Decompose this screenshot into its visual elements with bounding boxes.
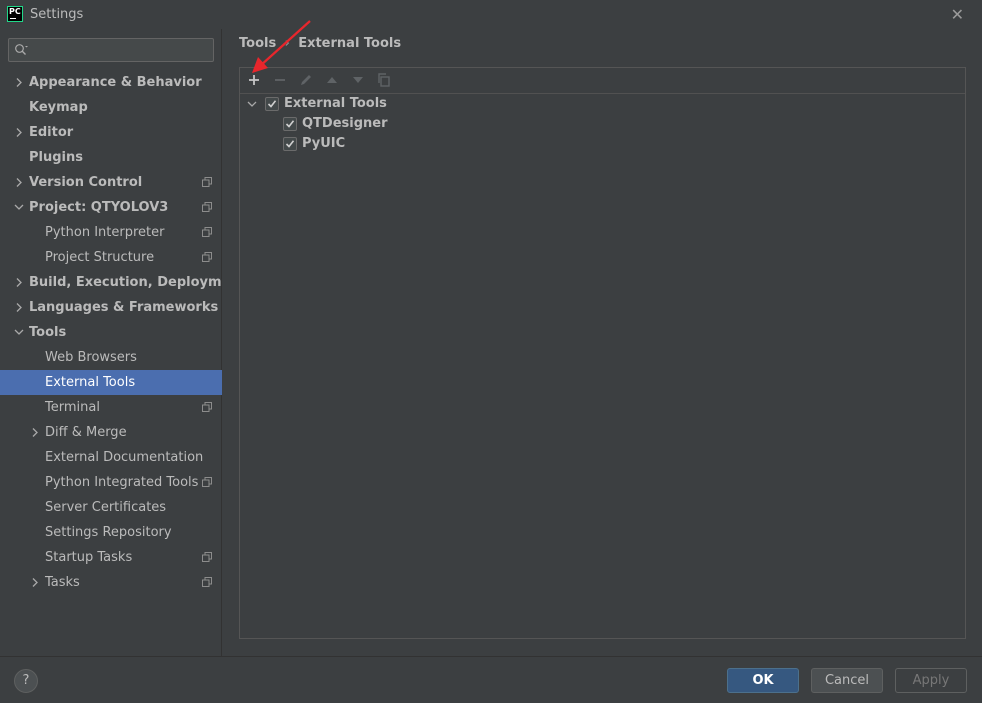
checkmark-icon — [285, 140, 295, 148]
content-area: Tools › External Tools External Tools QT… — [222, 29, 982, 656]
sidebar-item-label: External Documentation — [45, 450, 204, 465]
sidebar-item-label: Web Browsers — [45, 350, 137, 365]
chevron-right-icon[interactable] — [13, 120, 25, 145]
sidebar-item[interactable]: Settings Repository — [0, 520, 222, 545]
tool-item-label: QTDesigner — [302, 116, 388, 131]
tool-item-checkbox[interactable] — [283, 137, 297, 151]
project-scope-icon — [202, 477, 212, 487]
tool-item-label: PyUIC — [302, 136, 346, 151]
sidebar-item[interactable]: Version Control — [0, 170, 222, 195]
chevron-right-icon[interactable] — [13, 70, 25, 95]
sidebar-item-label: Tasks — [45, 575, 80, 590]
project-scope-icon — [202, 177, 212, 187]
sidebar-item[interactable]: Project Structure — [0, 245, 222, 270]
tools-toolbar — [240, 68, 965, 94]
sidebar-item-label: Build, Execution, Deployment — [29, 275, 246, 290]
external-tools-panel: External Tools QTDesigner PyUIC — [239, 67, 966, 639]
settings-tree: Appearance & Behavior Keymap Editor Plugins… — [0, 70, 246, 595]
project-scope-icon — [202, 202, 212, 212]
sidebar-item[interactable]: Editor — [0, 120, 222, 145]
sidebar-item[interactable]: External Tools — [0, 370, 222, 395]
chevron-down-icon[interactable] — [13, 320, 25, 345]
sidebar-item[interactable]: Tools — [0, 320, 222, 345]
checkmark-icon — [285, 120, 295, 128]
sidebar-item[interactable]: Languages & Frameworks — [0, 295, 222, 320]
project-scope-icon — [202, 577, 212, 587]
sidebar-item-label: External Tools — [45, 375, 136, 390]
move-up-icon[interactable] — [324, 72, 340, 88]
tool-item-row[interactable]: PyUIC — [240, 134, 965, 154]
sidebar-item-label: Version Control — [29, 175, 143, 190]
apply-button[interactable]: Apply — [895, 668, 967, 693]
sidebar-item-label: Settings Repository — [45, 525, 172, 540]
help-button[interactable]: ? — [14, 669, 38, 693]
sidebar-item-label: Python Integrated Tools — [45, 475, 199, 490]
ok-button[interactable]: OK — [727, 668, 799, 693]
sidebar-item-label: Plugins — [29, 150, 83, 165]
sidebar-item[interactable]: Tasks — [0, 570, 222, 595]
chevron-down-icon[interactable] — [13, 195, 25, 220]
project-scope-icon — [202, 252, 212, 262]
pycharm-icon: PC — [7, 6, 23, 22]
breadcrumb-separator: › — [284, 36, 290, 51]
checkmark-icon — [267, 100, 277, 108]
sidebar-item-label: Startup Tasks — [45, 550, 133, 565]
settings-sidebar: Appearance & Behavior Keymap Editor Plugins… — [0, 29, 246, 656]
chevron-right-icon[interactable] — [29, 570, 41, 595]
window-title: Settings — [30, 7, 84, 22]
close-icon[interactable]: ✕ — [951, 5, 964, 24]
sidebar-item[interactable]: Project: QTYOLOV3 — [0, 195, 222, 220]
sidebar-item[interactable]: Diff & Merge — [0, 420, 222, 445]
sidebar-item-label: Project: QTYOLOV3 — [29, 200, 169, 215]
sidebar-item-label: Keymap — [29, 100, 88, 115]
copy-icon[interactable] — [376, 72, 392, 88]
sidebar-item[interactable]: Terminal — [0, 395, 222, 420]
tool-item-row[interactable]: QTDesigner — [240, 114, 965, 134]
cancel-button[interactable]: Cancel — [811, 668, 883, 693]
tool-item-checkbox[interactable] — [283, 117, 297, 131]
sidebar-item-label: Editor — [29, 125, 74, 140]
sidebar-item[interactable]: Appearance & Behavior — [0, 70, 222, 95]
add-icon[interactable] — [246, 72, 262, 88]
search-input[interactable] — [8, 38, 214, 62]
breadcrumb-parent[interactable]: Tools — [239, 36, 276, 51]
sidebar-item-label: Languages & Frameworks — [29, 300, 219, 315]
breadcrumb-current: External Tools — [298, 36, 402, 51]
sidebar-item[interactable]: Keymap — [0, 95, 222, 120]
project-scope-icon — [202, 552, 212, 562]
sidebar-item-label: Diff & Merge — [45, 425, 127, 440]
tools-group-row[interactable]: External Tools — [240, 94, 965, 114]
sidebar-item-label: Tools — [29, 325, 67, 340]
chevron-right-icon[interactable] — [13, 270, 25, 295]
chevron-right-icon[interactable] — [13, 295, 25, 320]
edit-icon[interactable] — [298, 72, 314, 88]
sidebar-item-label: Python Interpreter — [45, 225, 165, 240]
sidebar-item-label: Terminal — [45, 400, 100, 415]
sidebar-item[interactable]: Plugins — [0, 145, 222, 170]
external-tools-tree: External Tools QTDesigner PyUIC — [240, 94, 965, 154]
title-bar: PC Settings ✕ — [0, 0, 982, 29]
sidebar-item[interactable]: External Documentation — [0, 445, 222, 470]
dialog-footer: ? OK Cancel Apply — [0, 656, 982, 703]
chevron-down-icon[interactable] — [246, 94, 258, 114]
project-scope-icon — [202, 227, 212, 237]
tools-group-checkbox[interactable] — [265, 97, 279, 111]
sidebar-item[interactable]: Server Certificates — [0, 495, 222, 520]
chevron-right-icon[interactable] — [13, 170, 25, 195]
sidebar-item-label: Project Structure — [45, 250, 155, 265]
remove-icon[interactable] — [272, 72, 288, 88]
sidebar-item[interactable]: Build, Execution, Deployment — [0, 270, 246, 295]
project-scope-icon — [202, 402, 212, 412]
breadcrumb: Tools › External Tools — [239, 36, 401, 51]
sidebar-item[interactable]: Startup Tasks — [0, 545, 222, 570]
sidebar-item[interactable]: Python Integrated Tools — [0, 470, 222, 495]
move-down-icon[interactable] — [350, 72, 366, 88]
sidebar-item-label: Server Certificates — [45, 500, 167, 515]
sidebar-item[interactable]: Python Interpreter — [0, 220, 222, 245]
sidebar-item[interactable]: Web Browsers — [0, 345, 222, 370]
search-icon — [15, 44, 28, 55]
sidebar-item-label: Appearance & Behavior — [29, 75, 202, 90]
chevron-right-icon[interactable] — [29, 420, 41, 445]
tools-group-label: External Tools — [284, 96, 387, 111]
